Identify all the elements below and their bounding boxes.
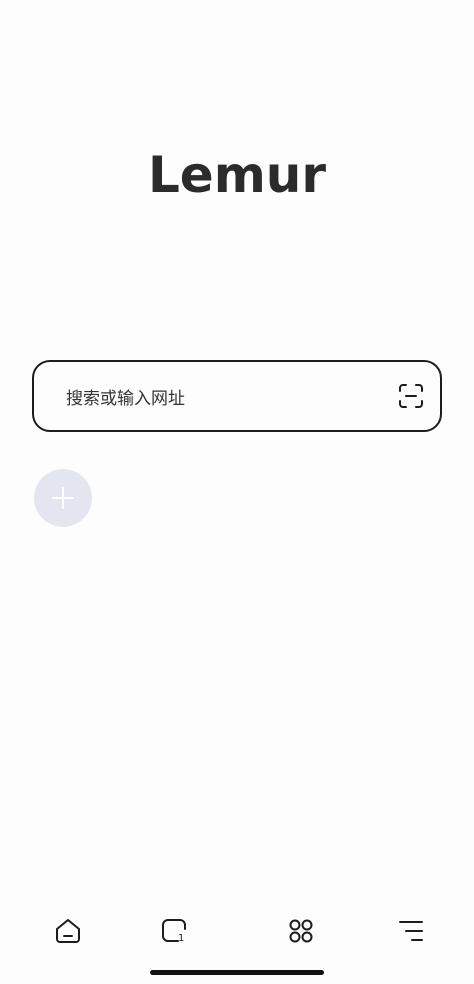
apps-button[interactable]	[276, 906, 326, 956]
plus-icon	[52, 487, 74, 509]
scan-icon[interactable]	[398, 383, 424, 409]
browser-home-page: Lemur 搜索或输入网址 1	[0, 0, 474, 984]
add-shortcut-button[interactable]	[34, 469, 92, 527]
search-input[interactable]: 搜索或输入网址	[32, 360, 442, 432]
menu-button[interactable]	[386, 906, 436, 956]
tab-count-badge: 1	[178, 933, 185, 944]
search-placeholder: 搜索或输入网址	[66, 388, 185, 409]
home-indicator[interactable]	[150, 970, 324, 975]
home-button[interactable]	[43, 906, 93, 956]
grid-icon	[289, 919, 313, 943]
lemur-logo: Lemur	[147, 146, 327, 204]
menu-icon	[399, 921, 423, 941]
home-icon	[56, 919, 80, 943]
bottom-toolbar: 1	[0, 906, 474, 956]
tabs-button[interactable]: 1	[149, 906, 199, 956]
